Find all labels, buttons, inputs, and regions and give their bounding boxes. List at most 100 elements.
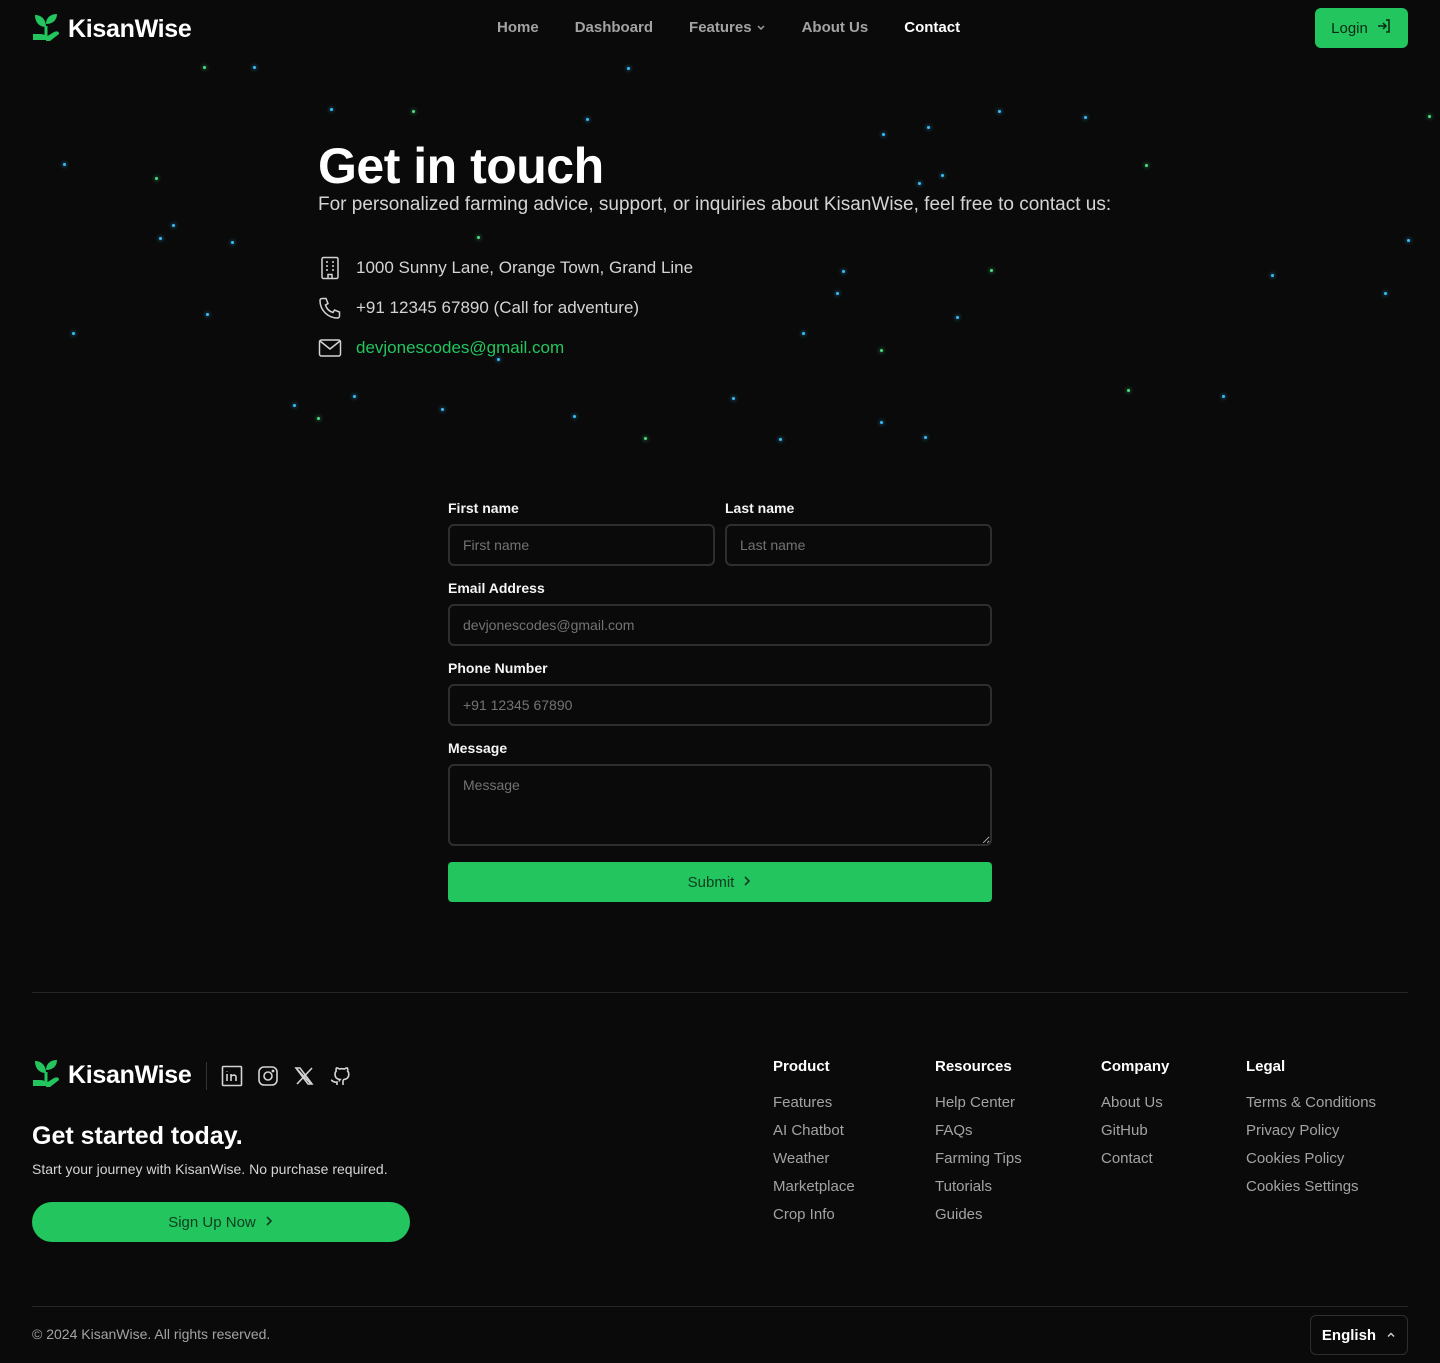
star-dot — [172, 224, 175, 227]
footer-link-farming-tips[interactable]: Farming Tips — [935, 1150, 1022, 1178]
star-dot — [732, 397, 735, 400]
footer-link-terms[interactable]: Terms & Conditions — [1246, 1094, 1376, 1122]
star-dot — [317, 417, 320, 420]
footer-link-features[interactable]: Features — [773, 1094, 855, 1122]
github-icon[interactable] — [329, 1065, 351, 1087]
footer-link-github[interactable]: GitHub — [1101, 1122, 1169, 1150]
submit-button[interactable]: Submit — [448, 862, 992, 902]
chevron-right-icon — [264, 1214, 274, 1231]
star-dot — [880, 349, 883, 352]
star-dot — [1271, 274, 1274, 277]
chevron-up-icon — [1386, 1327, 1396, 1344]
star-dot — [990, 269, 993, 272]
footer-link-cookies-policy[interactable]: Cookies Policy — [1246, 1150, 1376, 1178]
footer-link-ai-chatbot[interactable]: AI Chatbot — [773, 1122, 855, 1150]
instagram-icon[interactable] — [257, 1065, 279, 1087]
footer-link-cookies-settings[interactable]: Cookies Settings — [1246, 1178, 1376, 1206]
logo-text: KisanWise — [68, 15, 192, 43]
first-name-input[interactable] — [448, 524, 715, 566]
footer-link-privacy-policy[interactable]: Privacy Policy — [1246, 1122, 1376, 1150]
address-text: 1000 Sunny Lane, Orange Town, Grand Line — [356, 258, 694, 277]
star-dot — [1084, 116, 1087, 119]
footer-divider-top — [32, 992, 1408, 993]
star-dot — [155, 177, 158, 180]
footer-link-weather[interactable]: Weather — [773, 1150, 855, 1178]
footer-logo[interactable]: KisanWise — [32, 1058, 192, 1093]
chevron-down-icon — [756, 19, 766, 36]
footer-link-marketplace[interactable]: Marketplace — [773, 1178, 855, 1206]
star-dot — [627, 67, 630, 70]
footer-link-guides[interactable]: Guides — [935, 1206, 1022, 1234]
star-dot — [63, 163, 66, 166]
first-name-group: First name — [448, 500, 715, 566]
star-dot — [882, 133, 885, 136]
star-dot — [998, 110, 1001, 113]
footer-link-crop-info[interactable]: Crop Info — [773, 1206, 855, 1234]
email-input[interactable] — [448, 604, 992, 646]
page-subtitle: For personalized farming advice, support… — [318, 194, 1112, 215]
linkedin-icon[interactable] — [221, 1065, 243, 1087]
star-dot — [293, 404, 296, 407]
footer-column-company: Company About Us GitHub Contact — [1101, 1058, 1169, 1178]
login-icon — [1376, 18, 1392, 38]
last-name-group: Last name — [725, 500, 992, 566]
footer-link-tutorials[interactable]: Tutorials — [935, 1178, 1022, 1206]
language-selector[interactable]: English — [1310, 1315, 1408, 1355]
star-dot — [836, 292, 839, 295]
last-name-input[interactable] — [725, 524, 992, 566]
x-icon[interactable] — [293, 1065, 315, 1087]
phone-icon — [318, 296, 342, 320]
phone-label: Phone Number — [448, 660, 548, 676]
phone-input[interactable] — [448, 684, 992, 726]
footer-link-faqs[interactable]: FAQs — [935, 1122, 1022, 1150]
language-label: English — [1321, 1326, 1377, 1344]
sign-up-button[interactable]: Sign Up Now — [32, 1202, 410, 1242]
last-name-label: Last name — [725, 500, 795, 516]
email-link[interactable]: devjonescodes@gmail.com — [356, 338, 564, 358]
email-row: devjonescodes@gmail.com — [318, 328, 693, 368]
message-textarea[interactable] — [448, 764, 992, 846]
nav-features[interactable]: Features — [689, 19, 766, 36]
footer-column-title: Legal — [1246, 1058, 1286, 1075]
message-label: Message — [448, 740, 508, 756]
footer-link-about-us[interactable]: About Us — [1101, 1094, 1169, 1122]
first-name-label: First name — [448, 500, 519, 516]
cta-text: Start your journey with KisanWise. No pu… — [32, 1161, 388, 1177]
social-links — [221, 1065, 351, 1087]
footer-link-help-center[interactable]: Help Center — [935, 1094, 1022, 1122]
login-button[interactable]: Login — [1315, 8, 1408, 48]
star-dot — [779, 438, 782, 441]
site-header: KisanWise Home Dashboard Features About … — [0, 0, 1440, 56]
sprout-logo-icon — [32, 1058, 60, 1093]
footer-link-contact[interactable]: Contact — [1101, 1150, 1169, 1178]
address-row: 1000 Sunny Lane, Orange Town, Grand Line — [318, 248, 693, 288]
nav-about-us[interactable]: About Us — [802, 19, 869, 36]
main-nav: Home Dashboard Features About Us Contact — [497, 19, 960, 36]
star-dot — [927, 126, 930, 129]
footer-column-product: Product Features AI Chatbot Weather Mark… — [773, 1058, 855, 1234]
star-dot — [477, 236, 480, 239]
star-dot — [1145, 164, 1148, 167]
star-dot — [206, 313, 209, 316]
footer-brand: KisanWise — [32, 1058, 351, 1093]
sign-up-button-label: Sign Up Now — [168, 1213, 256, 1231]
star-dot — [353, 395, 356, 398]
footer-column-resources: Resources Help Center FAQs Farming Tips … — [935, 1058, 1022, 1234]
starfield-background — [0, 56, 1440, 456]
star-dot — [644, 437, 647, 440]
star-dot — [159, 237, 162, 240]
star-dot — [586, 118, 589, 121]
footer-divider-bottom — [32, 1306, 1408, 1307]
nav-dashboard[interactable]: Dashboard — [575, 19, 653, 36]
footer-column-title: Company — [1101, 1058, 1170, 1075]
star-dot — [412, 110, 415, 113]
footer-cta: Get started today. Start your journey wi… — [32, 1122, 388, 1177]
chevron-right-icon — [742, 874, 752, 891]
phone-group: Phone Number — [448, 660, 992, 726]
contact-form: First name Last name Email Address Phone… — [448, 500, 992, 902]
header-logo[interactable]: KisanWise — [32, 12, 192, 47]
nav-home[interactable]: Home — [497, 19, 539, 36]
star-dot — [330, 108, 333, 111]
nav-contact[interactable]: Contact — [904, 19, 960, 36]
mail-icon — [318, 336, 342, 360]
